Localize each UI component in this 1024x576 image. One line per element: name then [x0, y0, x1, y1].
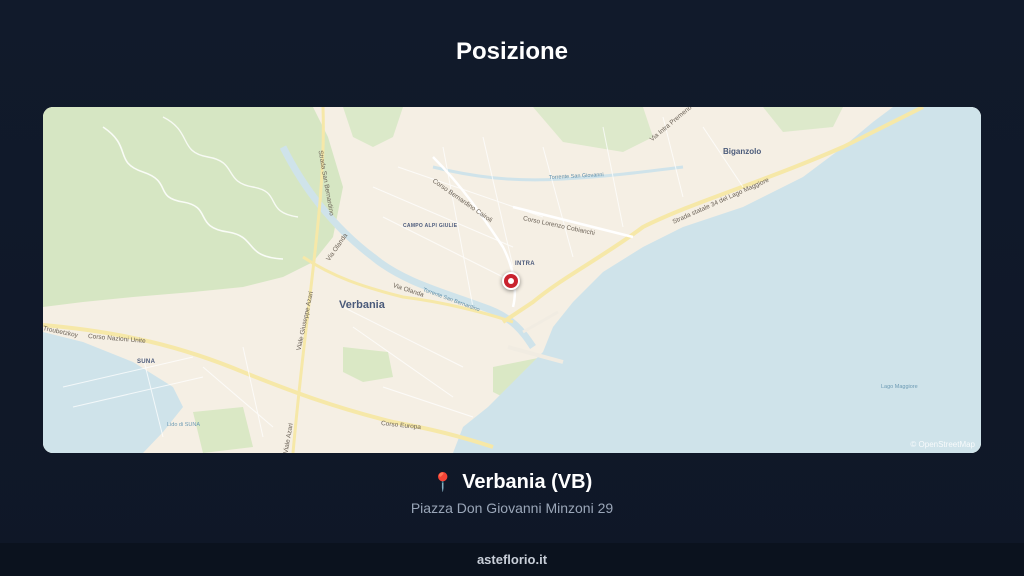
place-label-suna: SUNA — [137, 359, 156, 365]
park-area — [193, 407, 253, 453]
map-pin-icon: 📍 — [431, 472, 455, 492]
place-label-verbania: Verbania — [339, 299, 385, 311]
water-label-lido: Lido di SUNA — [167, 422, 201, 428]
footer: asteflorio.it — [0, 543, 1024, 576]
place-label-campo: CAMPO ALPI GIULIE — [403, 223, 458, 229]
location-address: Piazza Don Giovanni Minzoni 29 — [410, 500, 614, 516]
location-title: 📍 Verbania (VB) — [0, 471, 1024, 494]
location-map[interactable]: Verbania INTRA SUNA Biganzolo CAMPO ALPI… — [43, 107, 981, 453]
place-label-intra: INTRA — [515, 261, 535, 267]
place-label-biganzolo: Biganzolo — [723, 147, 762, 156]
footer-brand: asteflorio.it — [476, 552, 548, 567]
location-marker-icon[interactable] — [502, 272, 520, 290]
map-attribution[interactable]: © OpenStreetMap — [910, 440, 975, 449]
water-label-lago: Lago Maggiore — [881, 384, 918, 390]
location-city: Verbania (VB) — [462, 471, 593, 493]
page-title: Posizione — [455, 38, 569, 65]
